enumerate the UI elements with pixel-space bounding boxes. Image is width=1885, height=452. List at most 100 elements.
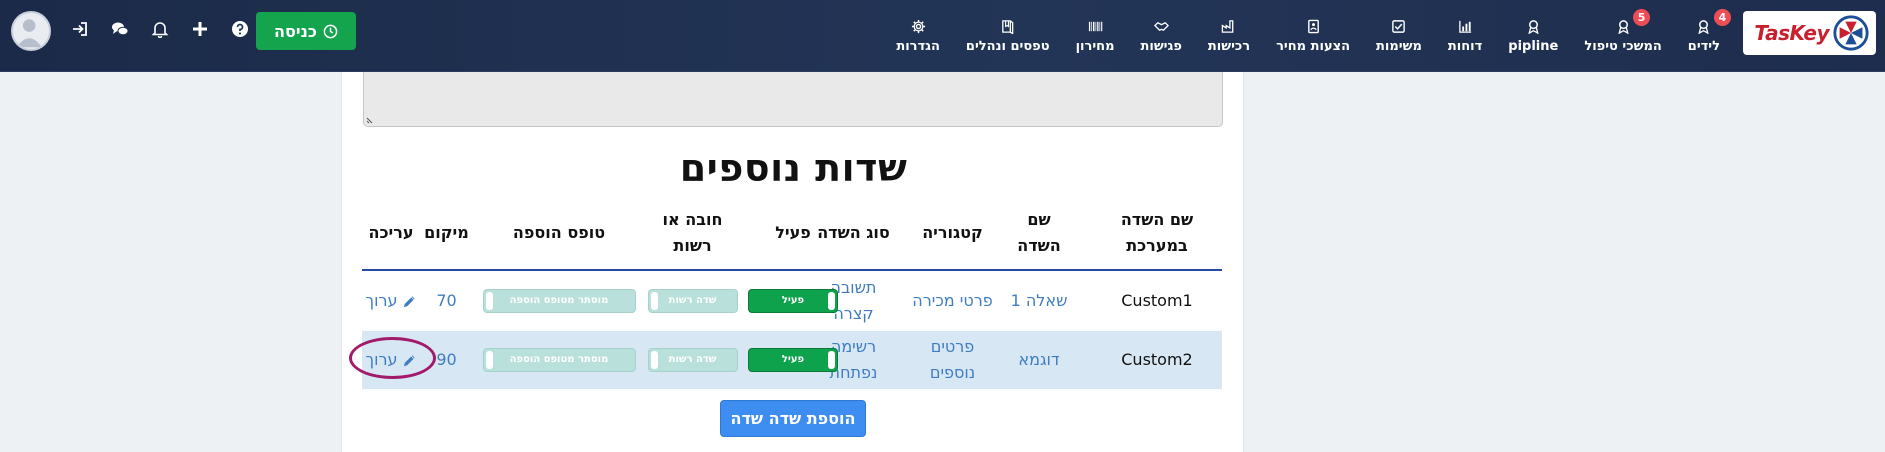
bell-icon[interactable] — [140, 17, 180, 41]
bar-chart-icon — [1457, 19, 1473, 35]
cell-active: פעיל — [743, 272, 843, 330]
nav-label-settings: הגדרות — [896, 38, 940, 54]
cell-system-name: Custom1 — [1121, 291, 1193, 310]
nav-item-followups[interactable]: 5 המשכי טיפול — [1571, 0, 1674, 72]
cell-category[interactable]: פרטי מכירה — [905, 272, 1000, 330]
toggle-knob — [828, 292, 835, 310]
cell-add-form: מוסתר מטופס הוספה — [481, 331, 637, 389]
active-toggle[interactable]: פעיל — [748, 348, 838, 372]
header-field-name: שם השדה — [1017, 209, 1061, 255]
nav-label-leads: לידים — [1687, 38, 1720, 54]
required-toggle[interactable]: שדה רשות — [647, 348, 738, 372]
header-system-name: שם השדה במערכת — [1120, 209, 1194, 255]
cell-field-name[interactable]: דוגמא — [989, 331, 1089, 389]
add-field-button[interactable]: הוספת שדה שדה — [720, 400, 866, 437]
plus-icon[interactable] — [180, 17, 220, 41]
cell-field-name[interactable]: שאלה 1 — [989, 272, 1089, 330]
nav-item-reports[interactable]: דוחות — [1435, 0, 1495, 72]
entry-button[interactable]: כניסה — [256, 12, 356, 50]
cell-required: שדה רשות — [644, 272, 741, 330]
toggle-label: שדה רשות — [668, 295, 717, 306]
add-form-toggle[interactable]: מוסתר מטופס הוספה — [482, 289, 636, 313]
nav-item-forms[interactable]: טפסים ונהלים — [953, 0, 1063, 72]
book-icon — [1000, 19, 1016, 35]
nav-label-tasks: משימות — [1376, 38, 1422, 54]
nav-item-pipeline[interactable]: pipline — [1495, 0, 1571, 72]
required-toggle[interactable]: שדה רשות — [647, 289, 738, 313]
nav-item-meetings[interactable]: פגישות — [1127, 0, 1194, 72]
toggle-knob — [485, 292, 493, 310]
toggle-knob — [828, 351, 835, 369]
toggle-knob — [485, 351, 493, 369]
nav-item-settings[interactable]: הגדרות — [883, 0, 953, 72]
nav-label-pipeline: pipline — [1508, 38, 1559, 54]
edit-link[interactable]: ערוך — [366, 288, 417, 314]
nav-item-pricelist[interactable]: מחירון — [1063, 0, 1128, 72]
header-active: פעיל — [775, 222, 811, 242]
table-header: שם השדה במערכת שם השדה קטגוריה סוג השדה … — [362, 196, 1222, 271]
header-edit: עריכה — [368, 222, 414, 242]
edit-link-label: ערוך — [365, 291, 398, 310]
cell-add-form: מוסתר מטופס הוספה — [481, 272, 637, 330]
award-icon — [1525, 19, 1541, 35]
toggle-label: פעיל — [781, 295, 805, 306]
nav-label-forms: טפסים ונהלים — [965, 38, 1050, 54]
award-icon — [1696, 19, 1712, 35]
handshake-icon — [1153, 19, 1169, 35]
followups-badge: 5 — [1633, 9, 1651, 26]
active-toggle[interactable]: פעיל — [748, 289, 838, 313]
header-position: מיקום — [424, 222, 469, 242]
award-icon — [1615, 19, 1631, 35]
user-silhouette-icon — [16, 19, 42, 48]
nav-label-pricelist: מחירון — [1075, 38, 1115, 54]
leads-badge: 4 — [1713, 9, 1731, 26]
cell-position: 90 — [436, 350, 457, 369]
toggle-knob — [650, 292, 658, 310]
toggle-label: פעיל — [781, 354, 805, 365]
main-nav-menu: 4 לידים 5 המשכי טיפול pipline דוחות משימ… — [883, 0, 1733, 72]
header-add-form: טופס הוספה — [512, 222, 606, 242]
cell-position: 70 — [436, 291, 457, 310]
header-required: חובה או רשות — [662, 209, 723, 255]
cell-edit: ערוך — [362, 331, 420, 389]
nav-item-purchases[interactable]: רכישות — [1195, 0, 1263, 72]
entry-button-label: כניסה — [274, 21, 317, 41]
nav-label-followups: המשכי טיפול — [1584, 38, 1662, 54]
toggle-label: מוסתר מטופס הוספה — [509, 354, 609, 365]
add-form-toggle[interactable]: מוסתר מטופס הוספה — [482, 348, 636, 372]
toggle-knob — [650, 351, 658, 369]
top-navbar: TasKey 4 לידים 5 המשכי טיפול pipline דוח… — [0, 0, 1885, 72]
sign-in-icon[interactable] — [60, 17, 100, 41]
nav-label-reports: דוחות — [1447, 38, 1483, 54]
edit-link-label: ערוך — [365, 350, 398, 369]
user-avatar[interactable] — [11, 11, 51, 51]
nav-label-purchases: רכישות — [1207, 38, 1251, 54]
notes-textarea[interactable] — [363, 72, 1223, 127]
cell-edit: ערוך — [362, 272, 420, 330]
nav-item-leads[interactable]: 4 לידים — [1675, 0, 1733, 72]
taskey-logo[interactable]: TasKey — [1743, 11, 1876, 55]
edit-link[interactable]: ערוך — [366, 347, 417, 373]
utility-icons — [60, 17, 260, 41]
resize-handle-icon[interactable] — [366, 115, 375, 124]
cell-active: פעיל — [743, 331, 843, 389]
nav-label-quotes: הצעות מחיר — [1276, 38, 1351, 54]
cell-required: שדה רשות — [644, 331, 741, 389]
chat-icon[interactable] — [100, 17, 140, 41]
header-category: קטגוריה — [922, 222, 983, 242]
table-row: Custom1 שאלה 1 פרטי מכירה תשובה קצרה פעי… — [362, 272, 1222, 330]
barcode-icon — [1087, 19, 1103, 35]
clock-icon — [323, 24, 338, 38]
nav-item-quotes[interactable]: הצעות מחיר — [1263, 0, 1363, 72]
logo-mark-icon — [1833, 15, 1869, 51]
check-square-icon — [1391, 19, 1407, 35]
help-icon[interactable] — [220, 17, 260, 41]
pencil-icon — [403, 354, 415, 366]
cell-category[interactable]: פרטים נוספים — [905, 331, 1000, 389]
section-title: שדות נוספים — [679, 146, 908, 190]
nav-label-meetings: פגישות — [1140, 38, 1182, 54]
nav-item-tasks[interactable]: משימות — [1363, 0, 1435, 72]
document-icon — [1305, 19, 1321, 35]
toggle-label: שדה רשות — [668, 354, 717, 365]
factory-icon — [1221, 19, 1237, 35]
